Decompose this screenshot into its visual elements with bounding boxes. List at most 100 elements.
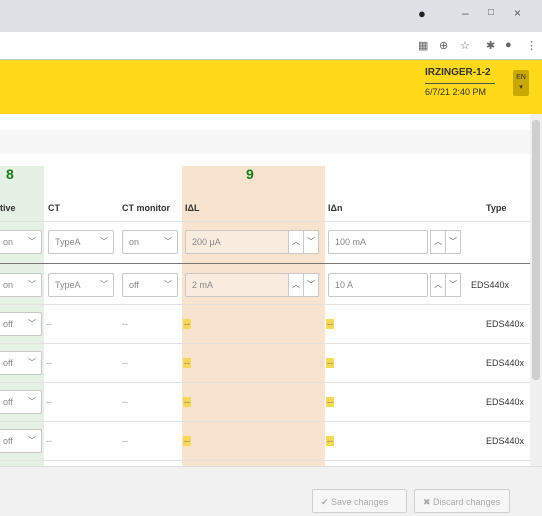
profile-icon[interactable]: ● <box>418 6 426 21</box>
type-value: EDS440x <box>486 358 525 368</box>
active-select[interactable]: on ﹀ <box>0 230 42 254</box>
chevron-down-icon: ﹀ <box>28 237 36 246</box>
active-select[interactable]: on ﹀ <box>0 273 42 297</box>
active-select[interactable]: off ﹀ <box>0 390 42 414</box>
idn-input[interactable]: 10 A <box>328 273 428 297</box>
header-active: tive <box>0 203 16 213</box>
maximize-button[interactable]: □ <box>488 7 494 18</box>
idl-up-button[interactable]: ︿ <box>288 230 304 254</box>
idl-value: -- <box>183 436 191 446</box>
callout-marker-9: 9 <box>246 166 254 182</box>
idn-up-button[interactable]: ︿ <box>430 273 446 297</box>
header-idn: IΔn <box>328 203 343 213</box>
browser-menu-icon[interactable]: ⋮ <box>526 39 537 52</box>
idn-value: 10 A <box>335 280 354 290</box>
save-changes-label: ✔ Save changes <box>321 497 389 507</box>
chevron-down-icon: ﹀ <box>28 397 36 406</box>
ct-value: -- <box>46 319 52 329</box>
account-icon[interactable]: ● <box>505 39 512 51</box>
idn-value: -- <box>326 397 334 407</box>
idl-input[interactable]: 200 µA <box>185 230 289 254</box>
idn-stepper[interactable]: ︿ ﹀ <box>430 230 462 254</box>
browser-toolbar: ▦ ⊕ ☆ ✱ ● ⋮ <box>0 32 542 60</box>
idn-value: 100 mA <box>335 237 367 247</box>
ct-monitor-select[interactable]: on ﹀ <box>122 230 178 254</box>
chevron-down-icon: ﹀ <box>100 280 108 289</box>
active-value: off <box>3 397 13 407</box>
active-value: on <box>3 280 14 290</box>
ct-value: -- <box>46 436 52 446</box>
type-value: EDS440x <box>486 397 525 407</box>
ct-select[interactable]: TypeA ﹀ <box>48 273 114 297</box>
chevron-down-icon: ﹀ <box>28 358 36 367</box>
zoom-icon[interactable]: ⊕ <box>439 39 448 52</box>
ct-value: TypeA <box>55 237 81 247</box>
chevron-down-icon: ▾ <box>519 84 523 91</box>
active-select[interactable]: off ﹀ <box>0 351 42 375</box>
idl-stepper[interactable]: ︿ ﹀ <box>288 273 320 297</box>
row-divider <box>0 382 530 383</box>
header-type: Type <box>486 203 507 213</box>
ct-monitor-value: -- <box>122 358 128 368</box>
translate-icon[interactable]: ▦ <box>418 39 428 52</box>
browser-titlebar: ● – □ × <box>0 0 542 32</box>
ct-monitor-value: -- <box>122 319 128 329</box>
page-title-area <box>0 130 530 154</box>
idl-value: -- <box>183 358 191 368</box>
idn-up-button[interactable]: ︿ <box>430 230 446 254</box>
row-divider <box>0 304 530 305</box>
idn-dropdown-button[interactable]: ﹀ <box>445 273 461 297</box>
active-select[interactable]: off ﹀ <box>0 429 42 453</box>
ct-value: -- <box>46 397 52 407</box>
idn-input[interactable]: 100 mA <box>328 230 428 254</box>
idl-dropdown-button[interactable]: ﹀ <box>303 273 319 297</box>
header-divider <box>0 221 530 222</box>
save-changes-button[interactable]: ✔ Save changes <box>312 489 407 513</box>
callout-marker-8: 8 <box>6 166 14 182</box>
idn-stepper[interactable]: ︿ ﹀ <box>430 273 462 297</box>
bookmark-star-icon[interactable]: ☆ <box>460 39 470 52</box>
chevron-down-icon: ﹀ <box>164 280 172 289</box>
type-value: EDS440x <box>486 319 525 329</box>
row-divider <box>0 460 530 461</box>
language-label: EN <box>516 74 526 81</box>
chevron-down-icon: ﹀ <box>100 237 108 246</box>
device-underline <box>425 83 495 84</box>
active-value: off <box>3 358 13 368</box>
device-name: IRZINGER-1-2 <box>425 67 491 78</box>
close-button[interactable]: × <box>514 6 521 20</box>
ct-value: TypeA <box>55 280 81 290</box>
ct-monitor-value: -- <box>122 436 128 446</box>
language-button[interactable]: EN ▾ <box>513 70 529 96</box>
idn-dropdown-button[interactable]: ﹀ <box>445 230 461 254</box>
idn-value: -- <box>326 436 334 446</box>
header-ct: CT <box>48 203 60 213</box>
chevron-down-icon: ﹀ <box>28 280 36 289</box>
chevron-down-icon: ﹀ <box>28 319 36 328</box>
extensions-icon[interactable]: ✱ <box>486 39 495 52</box>
idl-value: 2 mA <box>192 280 214 290</box>
idn-value: -- <box>326 319 334 329</box>
idl-input[interactable]: 2 mA <box>185 273 289 297</box>
idl-up-button[interactable]: ︿ <box>288 273 304 297</box>
header-idl: IΔL <box>185 203 200 213</box>
idl-value: -- <box>183 319 191 329</box>
idl-dropdown-button[interactable]: ﹀ <box>303 230 319 254</box>
ct-monitor-value: -- <box>122 397 128 407</box>
idl-stepper[interactable]: ︿ ﹀ <box>288 230 320 254</box>
idl-value: -- <box>183 397 191 407</box>
scrollbar-thumb[interactable] <box>532 120 540 380</box>
ct-select[interactable]: TypeA ﹀ <box>48 230 114 254</box>
minimize-button[interactable]: – <box>462 6 469 20</box>
discard-changes-label: ✖ Discard changes <box>423 497 501 507</box>
row-divider <box>0 263 530 264</box>
discard-changes-button[interactable]: ✖ Discard changes <box>414 489 510 513</box>
header-ct-monitor: CT monitor <box>122 203 170 213</box>
row-divider <box>0 421 530 422</box>
chevron-down-icon: ﹀ <box>164 237 172 246</box>
ct-monitor-select[interactable]: off ﹀ <box>122 273 178 297</box>
ct-value: -- <box>46 358 52 368</box>
active-select[interactable]: off ﹀ <box>0 312 42 336</box>
type-value: EDS440x <box>471 280 510 290</box>
device-datetime: 6/7/21 2:40 PM <box>425 87 487 97</box>
